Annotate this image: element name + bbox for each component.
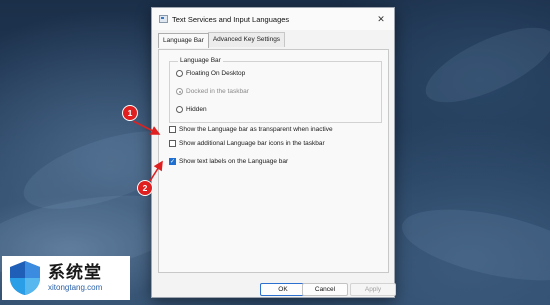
tab-advanced-key-settings[interactable]: Advanced Key Settings [207,32,286,47]
arrow-1 [132,120,161,135]
step-marker-2: 2 [138,181,152,195]
logo-url: xitongtang.com [48,282,103,292]
step-marker-1: 1 [123,106,137,120]
shield-logo-icon [10,261,40,295]
tab-language-bar[interactable]: Language Bar [158,33,209,48]
site-logo: 系统堂 xitongtang.com [2,256,130,300]
arrow-2 [149,160,163,182]
logo-name: 系统堂 [48,262,102,283]
tab-strip: Language Bar Advanced Key Settings [158,32,394,48]
